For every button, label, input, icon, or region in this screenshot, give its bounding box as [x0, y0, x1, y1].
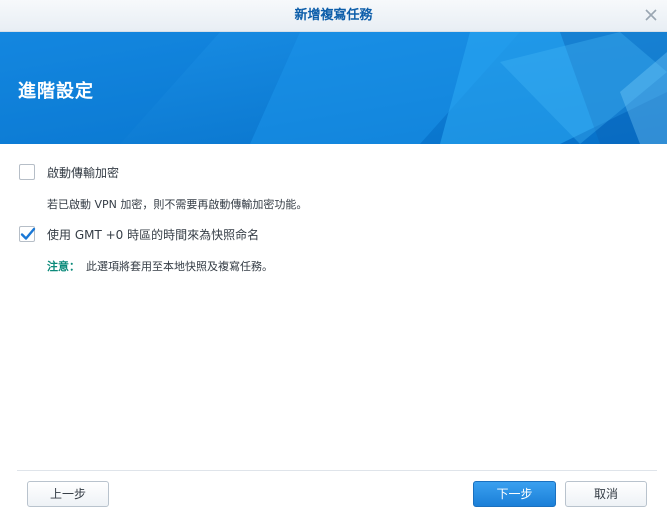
- gmt-naming-label: 使用 GMT +0 時區的時間來為快照命名: [47, 227, 260, 242]
- banner-background-pattern: [0, 32, 667, 144]
- next-button[interactable]: 下一步: [473, 481, 556, 507]
- page-heading: 進階設定: [18, 81, 94, 102]
- transfer-encryption-checkbox[interactable]: [19, 164, 35, 180]
- back-button[interactable]: 上一步: [27, 481, 109, 507]
- title-bar: 新增複寫任務: [0, 0, 667, 32]
- checkmark-icon: [20, 227, 36, 240]
- close-icon[interactable]: [643, 7, 659, 23]
- replication-task-wizard-dialog: 新增複寫任務 進階設定 啟動傳輸加密 若已啟動 VPN 加密，則不需要再啟動傳輸…: [0, 0, 667, 514]
- snapshot-note: 注意： 此選項將套用至本地快照及複寫任務。: [47, 258, 273, 274]
- note-text: 此選項將套用至本地快照及複寫任務。: [86, 260, 273, 273]
- option-gmt-snapshot-naming[interactable]: 使用 GMT +0 時區的時間來為快照命名: [19, 225, 259, 243]
- gmt-naming-checkbox[interactable]: [19, 226, 36, 242]
- header-banner: 進階設定: [0, 32, 667, 144]
- transfer-encryption-label: 啟動傳輸加密: [47, 165, 120, 180]
- note-prefix: 注意：: [47, 260, 80, 273]
- cancel-button[interactable]: 取消: [565, 481, 647, 507]
- vpn-hint-text: 若已啟動 VPN 加密，則不需要再啟動傳輸加密功能。: [47, 198, 308, 211]
- window-title: 新增複寫任務: [294, 8, 373, 23]
- footer-divider: [17, 470, 657, 471]
- option-transfer-encryption[interactable]: 啟動傳輸加密: [19, 163, 119, 181]
